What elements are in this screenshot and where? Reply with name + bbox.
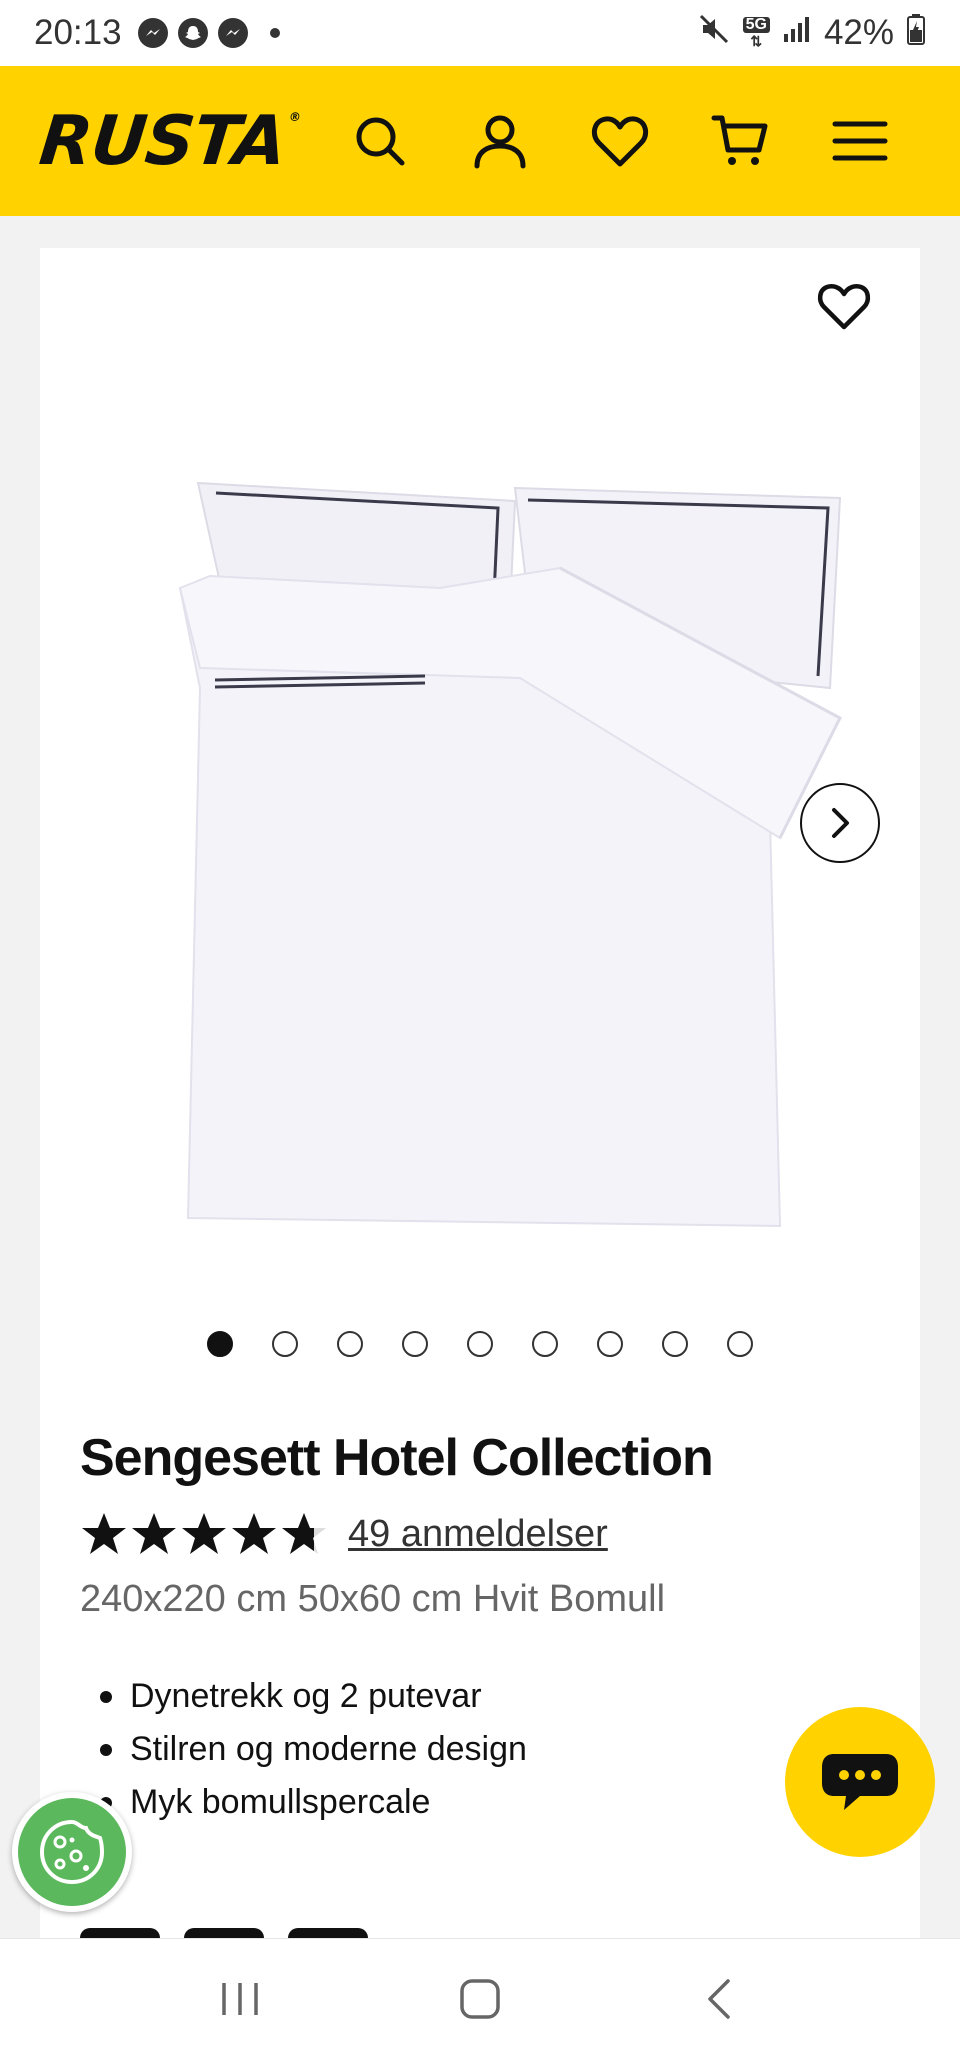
product-title: Sengesett Hotel Collection bbox=[80, 1429, 714, 1487]
product-card: Sengesett Hotel Collection 49 anmeldelse… bbox=[40, 248, 920, 1938]
carousel-dot-8[interactable] bbox=[662, 1331, 688, 1357]
menu-icon bbox=[832, 121, 888, 161]
site-header: RUSTA ® bbox=[0, 66, 960, 216]
cart-button[interactable] bbox=[680, 81, 800, 201]
chat-icon bbox=[822, 1754, 898, 1810]
carousel-dot-1[interactable] bbox=[207, 1331, 233, 1357]
add-to-favorites-button[interactable] bbox=[808, 270, 880, 342]
favorites-button[interactable] bbox=[560, 81, 680, 201]
carousel-dot-4[interactable] bbox=[402, 1331, 428, 1357]
status-right: 5G ⇅ 42% bbox=[697, 12, 926, 55]
back-button[interactable] bbox=[670, 1949, 770, 2049]
back-icon bbox=[708, 1979, 730, 2019]
battery-percent: 42% bbox=[823, 13, 894, 52]
bedding-illustration bbox=[178, 481, 842, 1228]
product-image[interactable] bbox=[140, 358, 860, 1258]
search-icon bbox=[356, 117, 405, 166]
recents-button[interactable] bbox=[190, 1949, 290, 2049]
search-button[interactable] bbox=[320, 81, 440, 201]
star-partial-icon bbox=[282, 1513, 326, 1554]
variant-text: 240x220 cm 50x60 cm Hvit Bomull bbox=[80, 1578, 666, 1620]
cart-icon bbox=[711, 115, 768, 165]
account-button[interactable] bbox=[440, 81, 560, 201]
favorites-icon bbox=[592, 116, 648, 167]
feature-item: Stilren og moderne design bbox=[100, 1723, 527, 1776]
variant-swatch[interactable] bbox=[288, 1928, 368, 1938]
star-icon bbox=[182, 1513, 226, 1554]
star-icon bbox=[82, 1513, 126, 1554]
signal-icon bbox=[782, 14, 812, 53]
next-image-button[interactable] bbox=[800, 783, 880, 863]
chevron-right-icon bbox=[832, 808, 849, 838]
header-icons bbox=[320, 81, 920, 201]
star-icon bbox=[132, 1513, 176, 1554]
carousel-dot-7[interactable] bbox=[597, 1331, 623, 1357]
system-nav-bar bbox=[0, 1938, 960, 2059]
rating-stars bbox=[80, 1510, 328, 1558]
chat-button[interactable] bbox=[785, 1707, 935, 1857]
status-time: 20:13 bbox=[34, 13, 122, 52]
logo-text: RUSTA bbox=[35, 101, 290, 181]
rusta-logo[interactable]: RUSTA ® bbox=[35, 101, 301, 181]
network-type: 5G ⇅ bbox=[742, 17, 770, 49]
rating-row: 49 anmeldelser bbox=[80, 1510, 608, 1558]
star-icon bbox=[232, 1513, 276, 1554]
cookie-icon bbox=[39, 1819, 105, 1885]
heart-icon bbox=[817, 284, 871, 330]
notification-dot bbox=[269, 28, 280, 38]
status-bar: 20:13 5G ⇅ 42% bbox=[0, 0, 960, 66]
messenger-icon bbox=[217, 18, 248, 48]
menu-button[interactable] bbox=[800, 81, 920, 201]
reviews-link[interactable]: 49 anmeldelser bbox=[348, 1513, 608, 1556]
recents-icon bbox=[222, 1983, 258, 2015]
carousel-dot-9[interactable] bbox=[727, 1331, 753, 1357]
battery-icon bbox=[906, 13, 926, 54]
variant-swatches bbox=[80, 1928, 368, 1938]
messenger-icon bbox=[137, 18, 168, 48]
feature-list: Dynetrekk og 2 putevar Stilren og modern… bbox=[100, 1670, 527, 1829]
feature-item: Dynetrekk og 2 putevar bbox=[100, 1670, 527, 1723]
feature-item: Myk bomullspercale bbox=[100, 1776, 527, 1829]
carousel-dot-3[interactable] bbox=[337, 1331, 363, 1357]
home-button[interactable] bbox=[430, 1949, 530, 2049]
carousel-dots bbox=[40, 1331, 920, 1357]
carousel-dot-2[interactable] bbox=[272, 1331, 298, 1357]
home-icon bbox=[460, 1979, 500, 2019]
cookie-settings-button[interactable] bbox=[12, 1792, 132, 1912]
mute-icon bbox=[697, 12, 731, 55]
carousel-dot-6[interactable] bbox=[532, 1331, 558, 1357]
account-icon bbox=[474, 115, 526, 169]
variant-swatch[interactable] bbox=[80, 1928, 160, 1938]
variant-swatch[interactable] bbox=[184, 1928, 264, 1938]
status-left: 20:13 bbox=[34, 13, 280, 53]
snapchat-icon bbox=[177, 18, 208, 48]
registered-mark: ® bbox=[288, 109, 301, 124]
carousel-dot-5[interactable] bbox=[467, 1331, 493, 1357]
